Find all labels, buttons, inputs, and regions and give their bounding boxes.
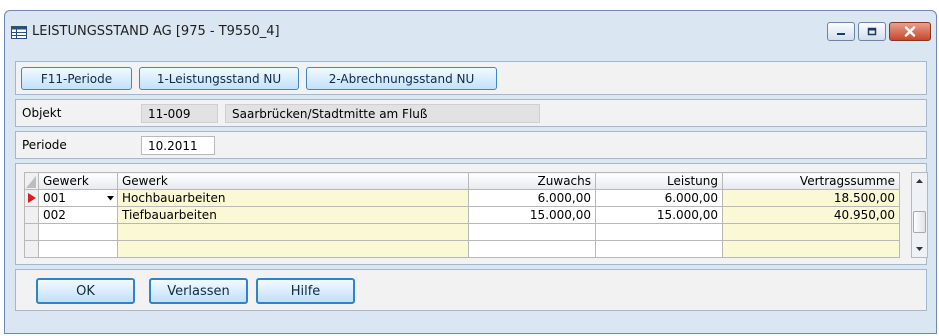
column-header-gewerk-name[interactable]: Gewerk [117,172,469,190]
empty-cell[interactable] [38,240,118,258]
empty-cell[interactable] [595,240,723,258]
ok-button[interactable]: OK [36,278,135,304]
row-selector[interactable] [24,240,39,258]
zuwachs-cell[interactable]: 6.000,00 [468,189,596,207]
column-header-gewerk-code[interactable]: Gewerk [38,172,118,190]
column-header-zuwachs[interactable]: Zuwachs [468,172,596,190]
column-header-leistung[interactable]: Leistung [595,172,723,190]
row-selector[interactable] [24,223,39,241]
close-button[interactable] [889,22,931,41]
row-pointer-icon [28,193,36,203]
f11-periode-button[interactable]: F11-Periode [21,67,132,90]
window-title: LEISTUNGSSTAND AG [975 - T9550_4] [32,24,280,39]
minimize-icon [837,32,845,35]
table-window-icon [11,26,27,39]
gewerk-table: Gewerk Gewerk Zuwachs Leistung Vertragss… [24,172,900,258]
empty-cell[interactable] [468,240,596,258]
scroll-up-icon[interactable] [912,175,927,187]
verlassen-button[interactable]: Verlassen [149,278,248,304]
empty-cell[interactable] [38,223,118,241]
empty-cell[interactable] [117,223,469,241]
table-row[interactable]: 002 Tiefbauarbeiten 15.000,00 15.000,00 … [24,206,900,224]
abrechnungsstand-nu-button[interactable]: 2-Abrechnungsstand NU [306,67,497,90]
empty-cell[interactable] [468,223,596,241]
leistung-cell[interactable]: 15.000,00 [595,206,723,224]
select-all-corner[interactable] [24,172,39,190]
toolbar-panel: F11-Periode 1-Leistungsstand NU 2-Abrech… [15,61,927,95]
close-icon [904,26,916,37]
scrollbar-thumb[interactable] [913,211,926,233]
table-header-row: Gewerk Gewerk Zuwachs Leistung Vertragss… [24,172,900,190]
vertragssumme-cell[interactable]: 18.500,00 [722,189,900,207]
row-selector[interactable] [24,189,39,207]
leistung-cell[interactable]: 6.000,00 [595,189,723,207]
title-bar[interactable]: LEISTUNGSSTAND AG [975 - T9550_4] [5,11,936,49]
maximize-button[interactable] [858,22,886,41]
row-selector[interactable] [24,206,39,224]
gewerk-code-cell[interactable]: 002 [38,206,118,224]
table-row[interactable] [24,240,900,258]
leistungsstand-window: LEISTUNGSSTAND AG [975 - T9550_4] F11-Pe… [4,10,937,334]
periode-panel: Periode 10.2011 [15,131,927,159]
gewerk-code-value: 001 [43,191,66,205]
empty-cell[interactable] [117,240,469,258]
gewerk-code-cell[interactable]: 001 [38,189,118,207]
corner-triangle-icon [26,175,36,188]
empty-cell[interactable] [595,223,723,241]
grid-panel: Gewerk Gewerk Zuwachs Leistung Vertragss… [15,163,928,265]
leistungsstand-nu-button[interactable]: 1-Leistungsstand NU [139,67,299,90]
periode-input[interactable]: 10.2011 [141,136,215,155]
gewerk-name-cell[interactable]: Hochbauarbeiten [117,189,469,207]
empty-cell[interactable] [722,223,900,241]
minimize-button[interactable] [827,22,855,41]
objekt-label: Objekt [22,106,62,120]
objekt-code-field: 11-009 [141,104,218,123]
objekt-panel: Objekt 11-009 Saarbrücken/Stadtmitte am … [15,99,927,127]
table-row[interactable]: 001 Hochbauarbeiten 6.000,00 6.000,00 18… [24,189,900,207]
zuwachs-cell[interactable]: 15.000,00 [468,206,596,224]
table-row[interactable] [24,223,900,241]
column-header-vertragssumme[interactable]: Vertragssumme [722,172,900,190]
hilfe-button[interactable]: Hilfe [256,278,355,304]
maximize-icon [867,27,877,36]
vertical-scrollbar[interactable] [911,172,928,258]
dropdown-arrow-icon[interactable] [107,196,114,201]
empty-cell[interactable] [722,240,900,258]
periode-label: Periode [22,138,67,152]
scroll-down-icon[interactable] [912,243,927,255]
vertragssumme-cell[interactable]: 40.950,00 [722,206,900,224]
footer-panel: OK Verlassen Hilfe [15,269,927,311]
gewerk-name-cell[interactable]: Tiefbauarbeiten [117,206,469,224]
objekt-name-field: Saarbrücken/Stadtmitte am Fluß [225,104,540,123]
